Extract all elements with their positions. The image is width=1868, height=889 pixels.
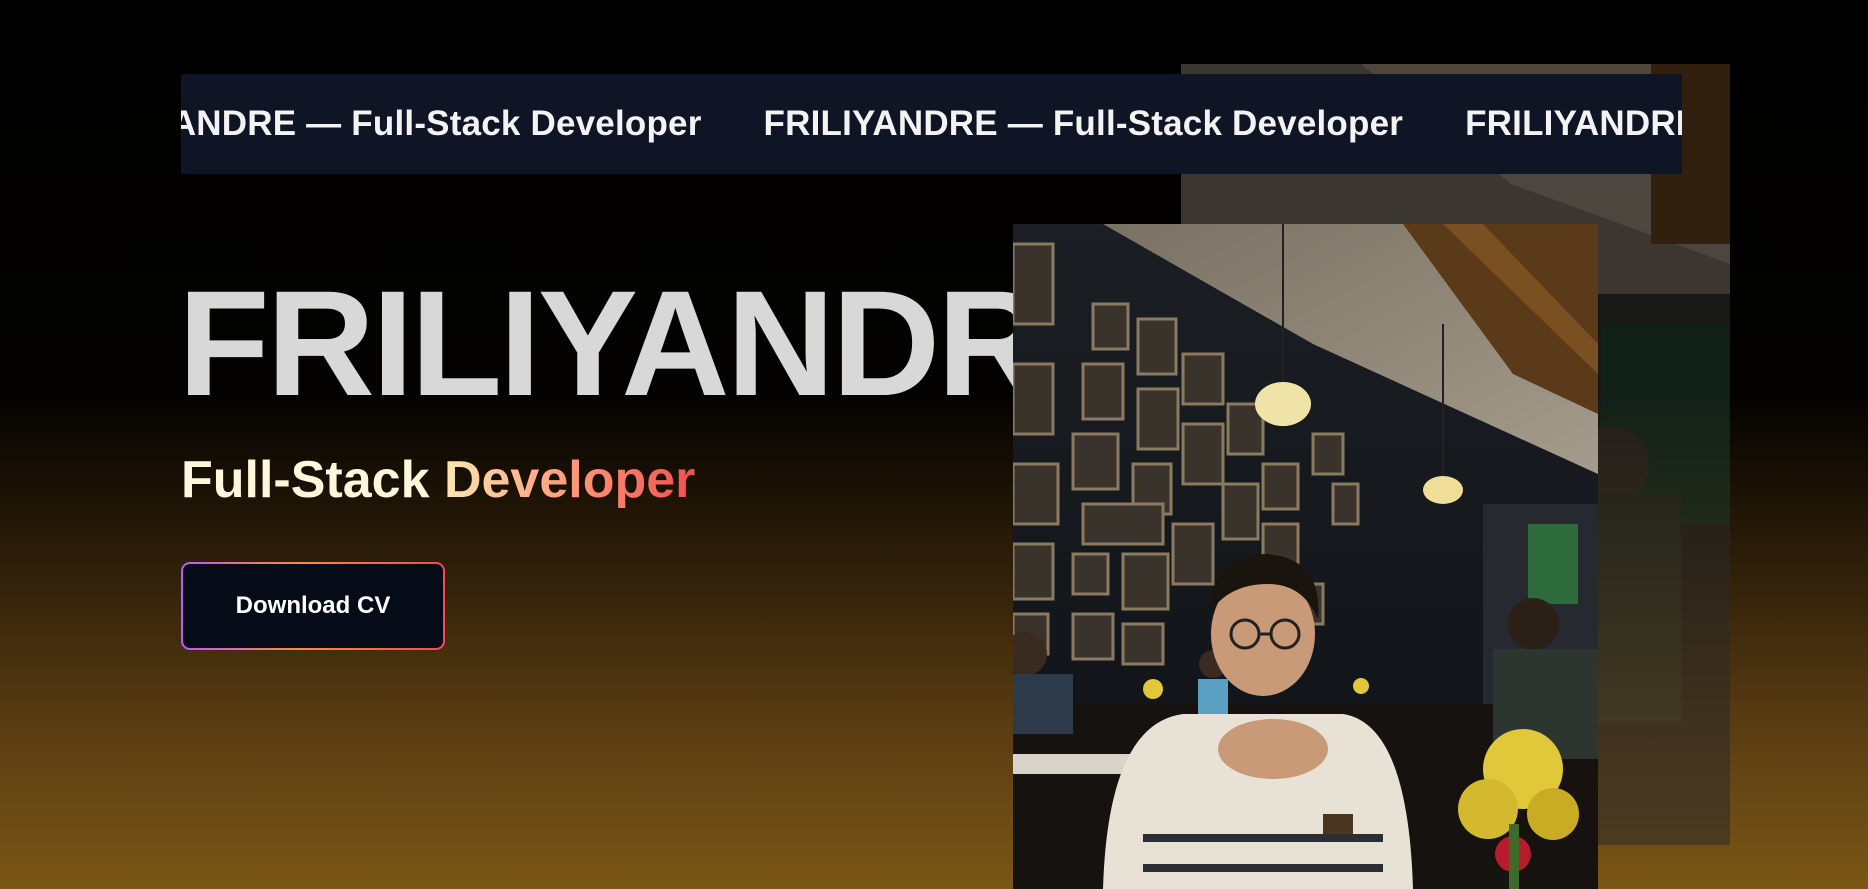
hero-name: FRILIYANDRE (178, 259, 1143, 427)
profile-photo-image (1013, 224, 1598, 889)
marquee-item: FRILIYANDRE — Full-Stack Developer (181, 104, 702, 143)
role-first-word: Full-Stack (181, 451, 430, 509)
name-marquee: FRILIYANDRE — Full-Stack Developer FRILI… (181, 74, 1682, 174)
download-cv-button[interactable]: Download CV (181, 562, 445, 650)
hero-role: Full-Stack Developer (181, 451, 696, 509)
hero-section: FRILIYANDRE — Full-Stack Developer FRILI… (0, 0, 1868, 889)
marquee-track: FRILIYANDRE — Full-Stack Developer FRILI… (181, 74, 1682, 174)
profile-photo (1013, 224, 1598, 889)
marquee-item: FRILIYANDRE — Full-Stack Developer (1465, 104, 1682, 143)
download-cv-button-label[interactable]: Download CV (183, 564, 443, 648)
role-second-word: Developer (443, 451, 696, 509)
marquee-item: FRILIYANDRE — Full-Stack Developer (763, 104, 1404, 143)
